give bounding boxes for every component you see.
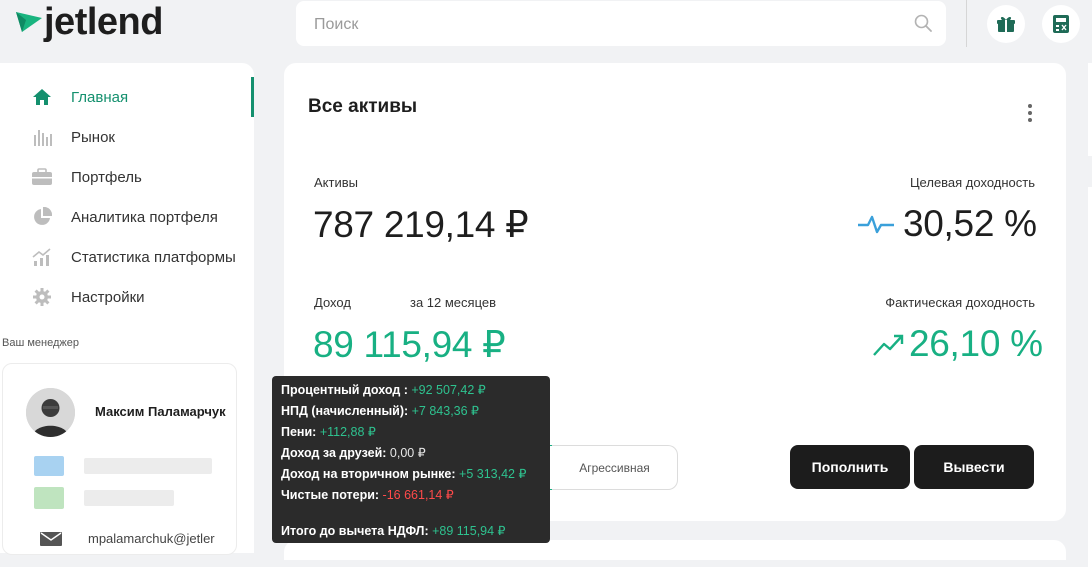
sidebar-item-label: Портфель xyxy=(71,168,142,186)
assets-label: Активы xyxy=(314,175,358,190)
logo[interactable]: jetlend xyxy=(16,0,163,43)
sidebar-item-market[interactable]: Рынок xyxy=(30,125,115,149)
tooltip-row: НПД (начисленный): +7 843,36 ₽ xyxy=(281,404,480,418)
gear-icon xyxy=(30,285,54,309)
header-divider xyxy=(966,0,967,47)
tooltip-row: Доход за друзей: 0,00 ₽ xyxy=(281,446,426,460)
calculator-button[interactable] xyxy=(1042,5,1080,43)
sidebar-item-statistics[interactable]: Статистика платформы xyxy=(30,245,236,269)
strategy-option-aggressive[interactable]: Агрессивная xyxy=(552,445,678,490)
blurred-icon xyxy=(34,487,64,509)
side-card-edge xyxy=(1088,187,1092,567)
manager-name: Максим Паламарчук xyxy=(95,404,226,419)
income-label: Доход xyxy=(314,295,351,310)
deposit-button[interactable]: Пополнить xyxy=(790,445,910,489)
logo-text: jetlend xyxy=(44,0,163,43)
sidebar-item-analytics[interactable]: Аналитика портфеля xyxy=(30,205,218,229)
avatar xyxy=(26,388,75,437)
sidebar-item-settings[interactable]: Настройки xyxy=(30,285,145,309)
target-yield-label: Целевая доходность xyxy=(909,175,1035,190)
blurred-text xyxy=(84,490,174,506)
actual-yield-label: Фактическая доходность xyxy=(885,295,1035,310)
income-period[interactable]: за 12 месяцев xyxy=(410,295,496,310)
pie-chart-icon xyxy=(30,205,54,229)
next-card xyxy=(284,540,1066,560)
tooltip-total: Итого до вычета НДФЛ: +89 115,94 ₽ xyxy=(281,524,506,538)
tooltip-row: Пени: +112,88 ₽ xyxy=(281,425,376,439)
sidebar-item-label: Настройки xyxy=(71,288,145,306)
sidebar-item-home[interactable]: Главная xyxy=(30,85,128,109)
manager-label: Ваш менеджер xyxy=(2,337,79,349)
side-card-edge xyxy=(1088,63,1092,156)
blurred-phone xyxy=(84,458,212,474)
gift-icon xyxy=(997,16,1015,32)
mail-icon xyxy=(40,532,62,546)
home-icon xyxy=(30,85,54,109)
sidebar-item-label: Рынок xyxy=(71,128,115,146)
income-breakdown-tooltip: Процентный доход : +92 507,42 ₽ НПД (нач… xyxy=(272,376,550,543)
trend-up-icon xyxy=(873,334,904,356)
target-yield-value: 30,52 % xyxy=(903,203,1037,244)
sidebar-item-label: Статистика платформы xyxy=(71,248,236,266)
calculator-icon xyxy=(1053,15,1069,33)
stats-icon xyxy=(30,245,54,269)
more-vertical-icon[interactable] xyxy=(1025,104,1035,122)
tooltip-row: Процентный доход : +92 507,42 ₽ xyxy=(281,383,486,397)
withdraw-button[interactable]: Вывести xyxy=(914,445,1034,489)
assets-value: 787 219,14 ₽ xyxy=(313,204,529,245)
tooltip-row: Доход на вторичном рынке: +5 313,42 ₽ xyxy=(281,467,527,481)
manager-email[interactable]: mpalamarchuk@jetler xyxy=(88,531,215,546)
pulse-icon xyxy=(858,215,894,234)
search-input[interactable] xyxy=(312,1,896,48)
gift-button[interactable] xyxy=(987,5,1025,43)
sidebar-item-label: Аналитика портфеля xyxy=(71,208,218,226)
income-value[interactable]: 89 115,94 ₽ xyxy=(313,323,506,366)
market-icon xyxy=(30,125,54,149)
blurred-icon xyxy=(34,456,64,476)
logo-icon xyxy=(16,12,42,32)
sidebar-item-label: Главная xyxy=(71,88,129,106)
actual-yield-value: 26,10 % xyxy=(909,323,1043,364)
active-indicator xyxy=(251,77,254,117)
search-icon[interactable] xyxy=(914,14,932,32)
sidebar-item-portfolio[interactable]: Портфель xyxy=(30,165,142,189)
tooltip-row: Чистые потери: -16 661,14 ₽ xyxy=(281,488,454,502)
briefcase-icon xyxy=(30,165,54,189)
search-bar[interactable] xyxy=(296,1,946,48)
page-title: Все активы xyxy=(308,96,418,117)
